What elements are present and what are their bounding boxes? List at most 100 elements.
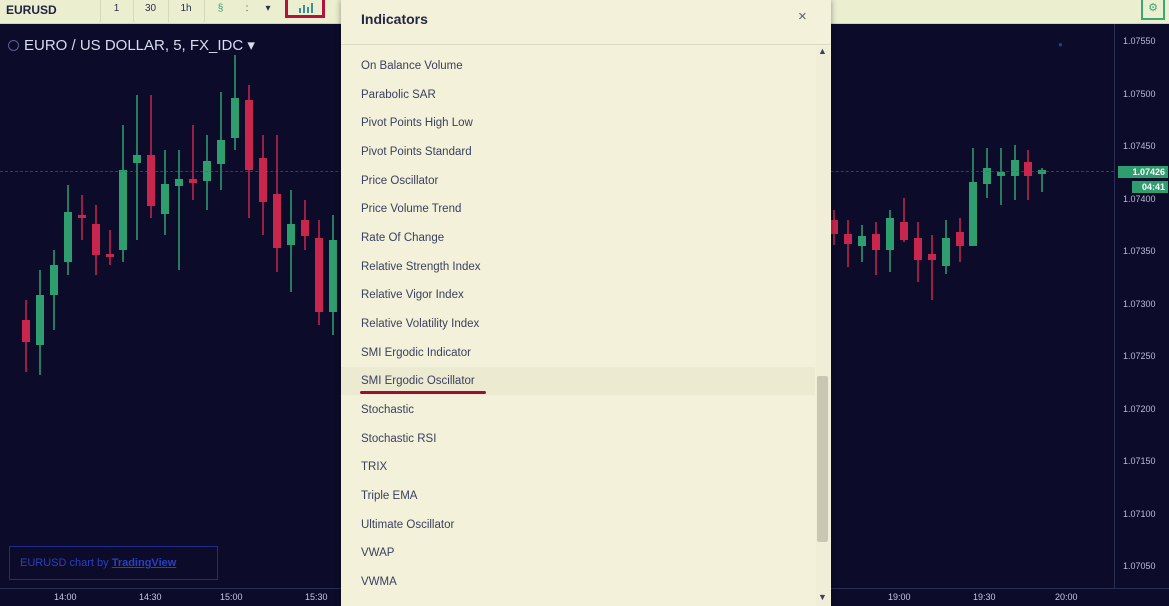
price-tick: 1.07400 [1123,194,1156,204]
indicator-item[interactable]: Pivot Points High Low [341,109,815,137]
candle-body [217,140,225,164]
scrollbar-thumb[interactable] [817,376,828,542]
indicator-item[interactable]: TRIX [341,453,815,481]
candle-body [886,218,894,250]
candle-body [301,220,309,236]
symbol-label[interactable]: EURUSD [6,0,57,22]
candle-body [315,238,323,312]
candle-body [830,220,838,234]
indicators-dialog: Indicators × On Balance Volume Parabolic… [341,0,831,606]
candle-body [914,238,922,260]
price-tick: 1.07550 [1123,36,1156,46]
tradingview-watermark[interactable]: EURUSD chart by TradingView [9,546,218,580]
watermark-brand-link[interactable]: TradingView [112,557,177,569]
candle-body [900,222,908,240]
time-tick: 15:00 [220,592,243,602]
indicator-item[interactable]: Relative Volatility Index [341,310,815,338]
indicator-list[interactable]: On Balance Volume Parabolic SAR Pivot Po… [341,47,815,606]
indicator-item[interactable]: Price Volume Trend [341,195,815,223]
price-tick: 1.07150 [1123,456,1156,466]
candle-body [106,254,114,257]
indicator-item[interactable]: Pivot Points Standard [341,138,815,166]
candle-body [161,184,169,214]
indicator-item[interactable]: Price Oscillator [341,167,815,195]
price-tick: 1.07200 [1123,404,1156,414]
candle-body [942,238,950,266]
chart-title[interactable]: EURO / US DOLLAR, 5, FX_IDC ▾ [8,36,255,54]
price-tick: 1.07350 [1123,246,1156,256]
legend-indicator-icon: ● [1058,40,1063,49]
interval-30-button[interactable]: 30 [133,0,167,22]
indicator-item[interactable]: Ultimate Oscillator [341,511,815,539]
more-options-button[interactable]: : [237,0,257,22]
candle-body [273,194,281,248]
chart-style-button[interactable]: § [204,0,236,22]
candle-body [189,179,197,183]
indicator-item[interactable]: VWMA [341,568,815,596]
candle-body [858,236,866,246]
highlight-underline [360,391,486,394]
settings-icon[interactable]: ⚙ [1141,0,1165,20]
visibility-icon[interactable] [8,40,19,51]
candle-body [956,232,964,246]
candle-body [928,254,936,260]
candle-body [22,320,30,342]
time-tick: 14:00 [54,592,77,602]
indicator-item[interactable]: VWAP [341,539,815,567]
scroll-down-icon[interactable]: ▼ [818,592,827,602]
interval-1-button[interactable]: 1 [100,0,132,22]
candle-body [1024,162,1032,176]
indicator-item[interactable]: Rate Of Change [341,224,815,252]
candle-body [78,215,86,218]
indicator-item[interactable]: Relative Strength Index [341,253,815,281]
countdown-badge: 04:41 [1132,181,1168,193]
indicators-icon [299,3,313,13]
candle-body [1011,160,1019,176]
dropdown-chevron-icon[interactable]: ▾ [258,0,278,22]
candle-body [133,155,141,163]
indicator-item[interactable]: Parabolic SAR [341,81,815,109]
price-tick: 1.07300 [1123,299,1156,309]
candle-body [872,234,880,250]
price-axis[interactable]: 1.07550 1.07500 1.07450 1.07400 1.07350 … [1114,24,1169,588]
candle-body [50,265,58,295]
candle-body [844,234,852,244]
last-price-badge: 1.07426 [1118,166,1168,178]
interval-1h-button[interactable]: 1h [168,0,203,22]
time-tick: 19:00 [888,592,911,602]
time-tick: 20:00 [1055,592,1078,602]
candle-body [119,170,127,250]
indicator-item[interactable]: SMI Ergodic Indicator [341,339,815,367]
price-tick: 1.07450 [1123,141,1156,151]
candle-body [969,182,977,246]
indicator-item[interactable]: Stochastic RSI [341,425,815,453]
close-icon[interactable]: × [798,8,807,25]
price-tick: 1.07050 [1123,561,1156,571]
scroll-up-icon[interactable]: ▲ [818,46,827,56]
time-tick: 15:30 [305,592,328,602]
indicator-item[interactable]: Triple EMA [341,482,815,510]
trading-chart-window: EURUSD 1 30 1h § : ▾ ⚙ EURO / US DOLLAR,… [0,0,1169,606]
candle-body [287,224,295,245]
candle-body [36,295,44,345]
candle-body [259,158,267,202]
indicators-button[interactable] [285,0,325,18]
time-tick: 19:30 [973,592,996,602]
watermark-prefix: EURUSD chart by [20,557,109,569]
price-tick: 1.07100 [1123,509,1156,519]
dialog-title: Indicators [361,11,428,27]
price-tick: 1.07250 [1123,351,1156,361]
candle-body [92,224,100,255]
indicator-item[interactable]: Relative Vigor Index [341,281,815,309]
candle-body [64,212,72,262]
candle-body [997,172,1005,176]
price-tick: 1.07500 [1123,89,1156,99]
indicator-item[interactable]: Stochastic [341,396,815,424]
candle-body [147,155,155,206]
candle-body [245,100,253,170]
candle-body [329,240,337,312]
indicator-item[interactable]: On Balance Volume [341,52,815,80]
chart-title-text: EURO / US DOLLAR, 5, FX_IDC [24,37,244,54]
title-caret-icon[interactable]: ▾ [247,37,255,54]
dialog-header: Indicators × [341,0,831,45]
